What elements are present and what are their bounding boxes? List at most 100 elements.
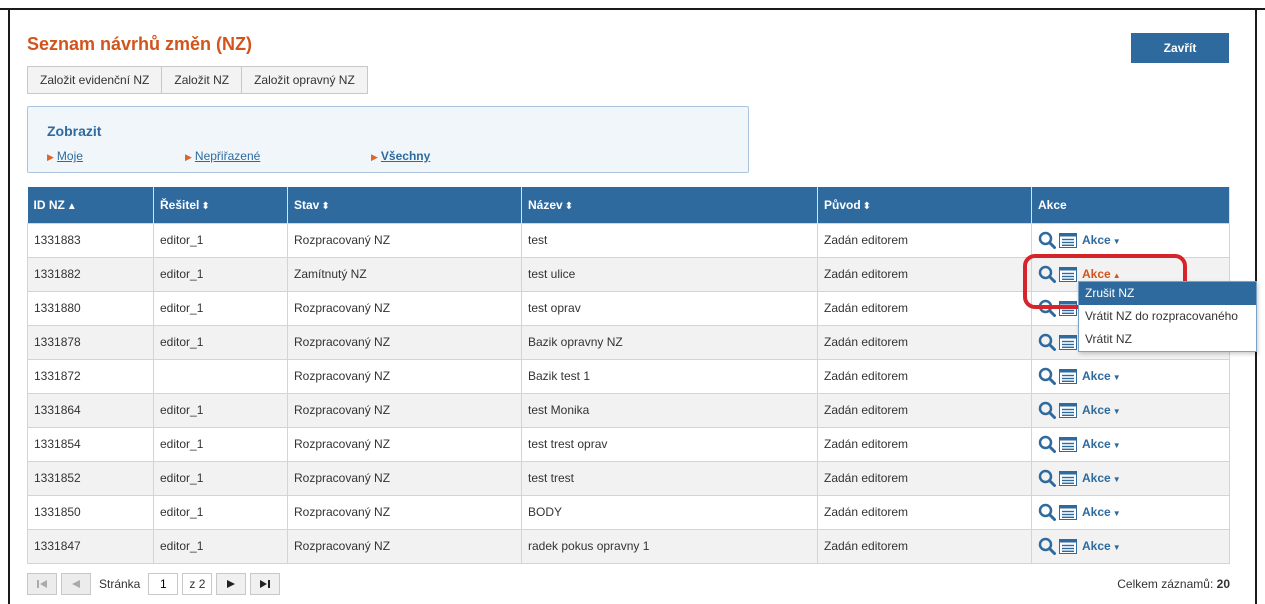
- close-button[interactable]: Zavřít: [1131, 33, 1229, 63]
- prev-page-button[interactable]: [61, 573, 91, 595]
- cell-nazev: test ulice: [521, 256, 818, 292]
- caret-down-icon: ▼: [1112, 237, 1121, 246]
- arrow-right-icon: ▶: [185, 152, 192, 162]
- cell-resitel: editor_1: [153, 392, 288, 428]
- cell-id: 1331864: [27, 392, 154, 428]
- cell-akce: Akce▼: [1031, 426, 1230, 462]
- cell-stav: Zamítnutý NZ: [287, 256, 522, 292]
- search-icon[interactable]: [1038, 333, 1056, 351]
- cell-akce: Akce▼: [1031, 460, 1230, 496]
- akce-dropdown-toggle[interactable]: Akce▼: [1082, 505, 1121, 519]
- caret-down-icon: ▼: [1112, 509, 1121, 518]
- akce-dropdown-menu: Zrušit NZ Vrátit NZ do rozpracovaného Vr…: [1078, 281, 1257, 352]
- table-row[interactable]: 1331883 editor_1 Rozpracovaný NZ test Zadán …: [27, 222, 1230, 258]
- search-icon[interactable]: [1038, 503, 1056, 521]
- list-detail-icon[interactable]: [1059, 470, 1077, 486]
- cell-puvod: Zadán editorem: [817, 290, 1032, 326]
- pagination: Stránka z 2: [27, 572, 281, 596]
- column-header-akce: Akce: [1031, 187, 1230, 223]
- akce-dropdown-toggle[interactable]: Akce▼: [1082, 369, 1121, 383]
- cell-id: 1331878: [27, 324, 154, 360]
- akce-dropdown-toggle[interactable]: Akce▼: [1082, 403, 1121, 417]
- create-correction-nz-button[interactable]: Založit opravný NZ: [241, 66, 368, 94]
- cell-stav: Rozpracovaný NZ: [287, 392, 522, 428]
- table-row[interactable]: 1331852 editor_1 Rozpracovaný NZ test trest…: [27, 460, 1230, 496]
- akce-dropdown-toggle[interactable]: Akce▼: [1082, 233, 1121, 247]
- cell-nazev: radek pokus opravny 1: [521, 528, 818, 564]
- page-number-input[interactable]: [148, 573, 179, 595]
- search-icon[interactable]: [1038, 537, 1056, 555]
- cell-nazev: test: [521, 222, 818, 258]
- cell-stav: Rozpracovaný NZ: [287, 290, 522, 326]
- filter-link-vsechny[interactable]: ▶ Všechny: [371, 149, 430, 163]
- caret-down-icon: ▼: [1112, 543, 1121, 552]
- sort-asc-icon: ▲: [66, 200, 77, 212]
- search-icon[interactable]: [1038, 469, 1056, 487]
- cell-nazev: BODY: [521, 494, 818, 530]
- window-frame-top: [0, 0, 1265, 10]
- caret-down-icon: ▼: [1112, 373, 1121, 382]
- list-detail-icon[interactable]: [1059, 368, 1077, 384]
- cell-puvod: Zadán editorem: [817, 426, 1032, 462]
- list-detail-icon[interactable]: [1059, 232, 1077, 248]
- list-detail-icon[interactable]: [1059, 436, 1077, 452]
- page-label: Stránka: [99, 577, 141, 591]
- last-page-button[interactable]: [250, 573, 281, 595]
- menu-item-zrusit-nz[interactable]: Zrušit NZ: [1079, 282, 1256, 305]
- cell-stav: Rozpracovaný NZ: [287, 222, 522, 258]
- cell-nazev: test trest oprav: [521, 426, 818, 462]
- page-title: Seznam návrhů změn (NZ): [27, 34, 253, 54]
- column-header-nazev[interactable]: Název ⬍: [521, 187, 818, 223]
- cell-id: 1331883: [27, 222, 154, 258]
- akce-dropdown-toggle[interactable]: Akce▼: [1082, 437, 1121, 451]
- list-detail-icon[interactable]: [1059, 504, 1077, 520]
- table-row[interactable]: 1331854 editor_1 Rozpracovaný NZ test trest…: [27, 426, 1230, 462]
- filter-link-label: Všechny: [380, 149, 431, 163]
- nz-table: ID NZ ▲ Řešitel ⬍ Stav ⬍ Název ⬍ Původ ⬍ Akce…: [27, 187, 1230, 564]
- list-detail-icon[interactable]: [1059, 538, 1077, 554]
- first-page-button[interactable]: [27, 573, 57, 595]
- arrow-right-icon: ▶: [371, 152, 378, 162]
- table-row[interactable]: 1331872 Rozpracovaný NZ Bazik test 1 Zadán …: [27, 358, 1230, 394]
- caret-down-icon: ▼: [1112, 441, 1121, 450]
- search-icon[interactable]: [1038, 401, 1056, 419]
- akce-label: Akce: [1082, 233, 1111, 247]
- akce-label: Akce: [1082, 369, 1111, 383]
- akce-dropdown-toggle[interactable]: Akce▼: [1082, 471, 1121, 485]
- menu-item-vratit-do-rozpracovaneho[interactable]: Vrátit NZ do rozpracovaného: [1079, 305, 1256, 328]
- cell-nazev: Bazik opravny NZ: [521, 324, 818, 360]
- column-header-id[interactable]: ID NZ ▲: [27, 187, 154, 223]
- column-header-stav[interactable]: Stav ⬍: [287, 187, 522, 223]
- list-detail-icon[interactable]: [1059, 402, 1077, 418]
- akce-dropdown-toggle[interactable]: Akce▼: [1082, 539, 1121, 553]
- arrow-right-icon: ▶: [47, 152, 54, 162]
- table-row[interactable]: 1331847 editor_1 Rozpracovaný NZ radek poku…: [27, 528, 1230, 564]
- filter-link-moje[interactable]: ▶ Moje: [47, 149, 83, 163]
- column-header-resitel[interactable]: Řešitel ⬍: [153, 187, 288, 223]
- cell-nazev: test oprav: [521, 290, 818, 326]
- table-row[interactable]: 1331864 editor_1 Rozpracovaný NZ test Monik…: [27, 392, 1230, 428]
- cell-puvod: Zadán editorem: [817, 358, 1032, 394]
- cell-resitel: editor_1: [153, 460, 288, 496]
- filter-link-label: Moje: [56, 149, 83, 163]
- search-icon[interactable]: [1038, 231, 1056, 249]
- create-evidence-nz-button[interactable]: Založit evidenční NZ: [27, 66, 162, 94]
- caret-down-icon: ▼: [1112, 407, 1121, 416]
- next-page-button[interactable]: [216, 573, 247, 595]
- search-icon[interactable]: [1038, 435, 1056, 453]
- search-icon[interactable]: [1038, 367, 1056, 385]
- next-page-icon: [227, 580, 236, 588]
- list-detail-icon[interactable]: [1059, 334, 1077, 350]
- table-row[interactable]: 1331878 editor_1 Rozpracovaný NZ Bazik opra…: [27, 324, 1230, 360]
- create-nz-button[interactable]: Založit NZ: [161, 66, 242, 94]
- filter-link-neprirazene[interactable]: ▶ Nepřiřazené: [185, 149, 260, 163]
- page-count: z 2: [182, 573, 213, 595]
- menu-item-vratit-nz[interactable]: Vrátit NZ: [1079, 328, 1256, 351]
- cell-resitel: [153, 358, 288, 394]
- cell-resitel: editor_1: [153, 426, 288, 462]
- table-row[interactable]: 1331850 editor_1 Rozpracovaný NZ BODY Zadán …: [27, 494, 1230, 530]
- column-header-puvod[interactable]: Původ ⬍: [817, 187, 1032, 223]
- cell-puvod: Zadán editorem: [817, 460, 1032, 496]
- cell-akce: Akce▼: [1031, 392, 1230, 428]
- cell-resitel: editor_1: [153, 494, 288, 530]
